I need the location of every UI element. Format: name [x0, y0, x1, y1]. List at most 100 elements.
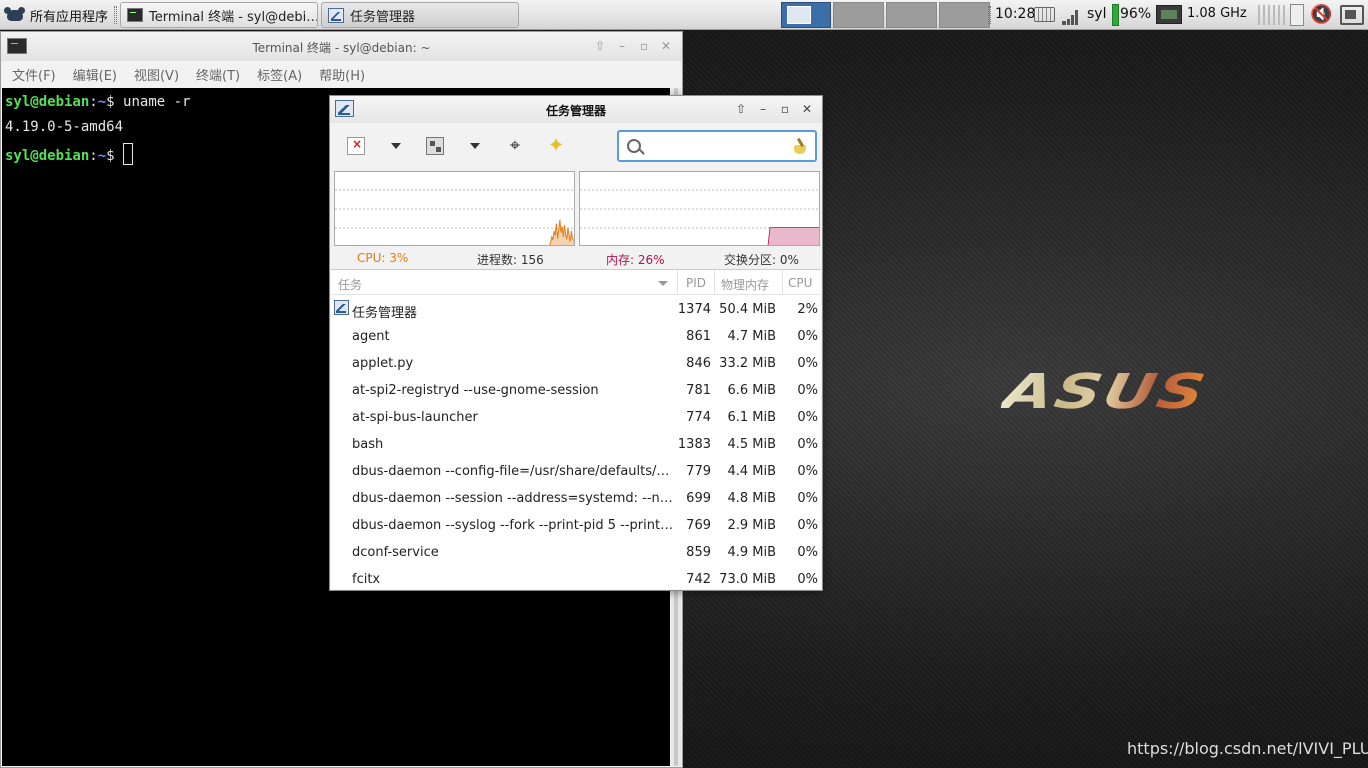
sort-arrow-icon[interactable] [658, 281, 668, 286]
process-cpu: 0% [797, 545, 818, 560]
process-cpu: 2% [797, 302, 818, 317]
user-name[interactable]: syl [1087, 6, 1106, 22]
chevron-down-icon [391, 143, 401, 149]
column-header-rss[interactable]: 物理内存 [721, 276, 769, 293]
cpu-graph [334, 171, 575, 246]
tray-indicator-icon[interactable] [1290, 4, 1304, 26]
process-name: at-spi-bus-launcher [352, 410, 478, 425]
workspace-1[interactable] [781, 2, 831, 28]
applications-menu-button[interactable]: 所有应用程序 [0, 0, 116, 30]
menu-edit[interactable]: 编辑(E) [73, 65, 117, 84]
taskbar-task-terminal[interactable]: Terminal 终端 - syl@debi… [120, 2, 318, 28]
process-name: dconf-service [352, 545, 439, 560]
process-cpu: 0% [797, 410, 818, 425]
table-row[interactable]: at-spi2-registryd --use-gnome-session 781… [331, 377, 821, 404]
taskbar-task-taskmanager[interactable]: 任务管理器 [321, 2, 519, 28]
kill-process-icon[interactable] [347, 137, 365, 155]
settings-menu-button[interactable] [466, 137, 484, 155]
close-button[interactable]: ✕ [796, 101, 818, 117]
table-row[interactable]: dbus-daemon --config-file=/usr/share/def… [331, 458, 821, 485]
crosshair-icon[interactable]: ⌖ [506, 137, 524, 155]
process-pid: 1383 [677, 437, 711, 452]
memory-graph [579, 171, 820, 246]
menu-file[interactable]: 文件(F) [12, 65, 56, 84]
menu-tabs[interactable]: 标签(A) [257, 65, 302, 84]
cpu-area [549, 219, 574, 245]
process-memory: 6.1 MiB [727, 410, 776, 425]
table-row[interactable]: bash 1383 4.5 MiB 0% [331, 431, 821, 458]
panel-separator [114, 6, 117, 24]
clock[interactable]: 10:28 [995, 6, 1035, 22]
maximize-button[interactable]: ▫ [774, 101, 796, 117]
signal-menu-button[interactable] [387, 137, 405, 155]
workspace-3[interactable] [886, 2, 937, 28]
terminal-icon [127, 8, 143, 22]
cpu-frequency-icon[interactable] [1156, 5, 1182, 24]
search-input[interactable] [647, 136, 787, 156]
process-pid: 699 [686, 491, 711, 506]
process-cpu: 0% [797, 437, 818, 452]
table-row[interactable]: at-spi-bus-launcher 774 6.1 MiB 0% [331, 404, 821, 431]
workspace-4[interactable] [939, 2, 990, 28]
screenshot-icon[interactable] [1340, 5, 1364, 25]
star-icon[interactable]: ✦ [547, 137, 565, 155]
process-memory: 4.4 MiB [727, 464, 776, 479]
command-output: 4.19.0-5-amd64 [5, 119, 124, 135]
window-view-icon[interactable] [426, 137, 444, 155]
clear-broom-icon[interactable] [793, 138, 807, 155]
taskmanager-titlebar[interactable]: 任务管理器 ⇧ – ▫ ✕ [330, 96, 822, 123]
process-table: 任务 PID 物理内存 CPU 任务管理器 1374 50.4 MiB 2% agent… [331, 269, 821, 589]
terminal-titlebar[interactable]: Terminal 终端 - syl@debian: ~ ⇧ – ▫ ✕ [1, 32, 682, 61]
workspace-window-thumb [787, 6, 811, 24]
network-signal-icon[interactable] [1060, 5, 1080, 25]
column-header-cpu[interactable]: CPU [788, 276, 812, 290]
column-header-task[interactable]: 任务 [338, 276, 362, 293]
process-memory: 50.4 MiB [719, 302, 776, 317]
cpu-line [549, 219, 574, 245]
prompt-user: syl@debian [5, 148, 90, 164]
process-pid: 779 [686, 464, 711, 479]
process-memory: 73.0 MiB [719, 572, 776, 587]
minimize-button[interactable]: – [611, 38, 633, 54]
process-name: dbus-daemon --syslog --fork --print-pid … [352, 518, 677, 533]
menu-help[interactable]: 帮助(H) [319, 65, 365, 84]
process-memory: 33.2 MiB [719, 356, 776, 371]
process-pid: 861 [686, 329, 711, 344]
keep-above-button[interactable]: ⇧ [589, 38, 611, 54]
table-row[interactable]: applet.py 846 33.2 MiB 0% [331, 350, 821, 377]
table-row[interactable]: agent 861 4.7 MiB 0% [331, 323, 821, 350]
menu-bar: 文件(F) 编辑(E) 视图(V) 终端(T) 标签(A) 帮助(H) [1, 61, 682, 87]
table-row[interactable]: 任务管理器 1374 50.4 MiB 2% [331, 296, 821, 323]
keyboard-icon[interactable] [1034, 7, 1055, 22]
table-row[interactable]: dbus-daemon --syslog --fork --print-pid … [331, 512, 821, 539]
xfce-mouse-icon [4, 5, 26, 25]
cpu-graph-icon[interactable] [1258, 5, 1288, 25]
column-header-pid[interactable]: PID [686, 276, 706, 290]
close-button[interactable]: ✕ [655, 38, 677, 54]
menu-terminal[interactable]: 终端(T) [196, 65, 240, 84]
menu-view[interactable]: 视图(V) [134, 65, 179, 84]
prompt-path: ~ [97, 94, 107, 110]
table-row[interactable]: fcitx 742 73.0 MiB 0% [331, 566, 821, 589]
search-icon [627, 139, 641, 153]
volume-muted-icon[interactable]: 🔇 [1310, 5, 1332, 25]
workspace-2[interactable] [833, 2, 884, 28]
table-row[interactable]: dbus-daemon --session --address=systemd:… [331, 485, 821, 512]
process-memory: 6.6 MiB [727, 383, 776, 398]
command-text: $ [106, 148, 124, 164]
maximize-button[interactable]: ▫ [633, 38, 655, 54]
keep-above-button[interactable]: ⇧ [730, 101, 752, 117]
process-name: 任务管理器 [352, 306, 418, 321]
process-cpu: 0% [797, 518, 818, 533]
table-header: 任务 PID 物理内存 CPU [331, 270, 821, 295]
process-cpu: 0% [797, 329, 818, 344]
taskbar: 所有应用程序 Terminal 终端 - syl@debi… 任务管理器 10:… [0, 0, 1368, 30]
command-text: $ uname -r [106, 94, 191, 110]
process-pid: 769 [686, 518, 711, 533]
process-pid: 774 [686, 410, 711, 425]
search-field[interactable] [617, 130, 817, 162]
minimize-button[interactable]: – [752, 101, 774, 117]
memory-graph-svg [580, 189, 819, 245]
battery-icon[interactable] [1112, 4, 1119, 26]
table-row[interactable]: dconf-service 859 4.9 MiB 0% [331, 539, 821, 566]
